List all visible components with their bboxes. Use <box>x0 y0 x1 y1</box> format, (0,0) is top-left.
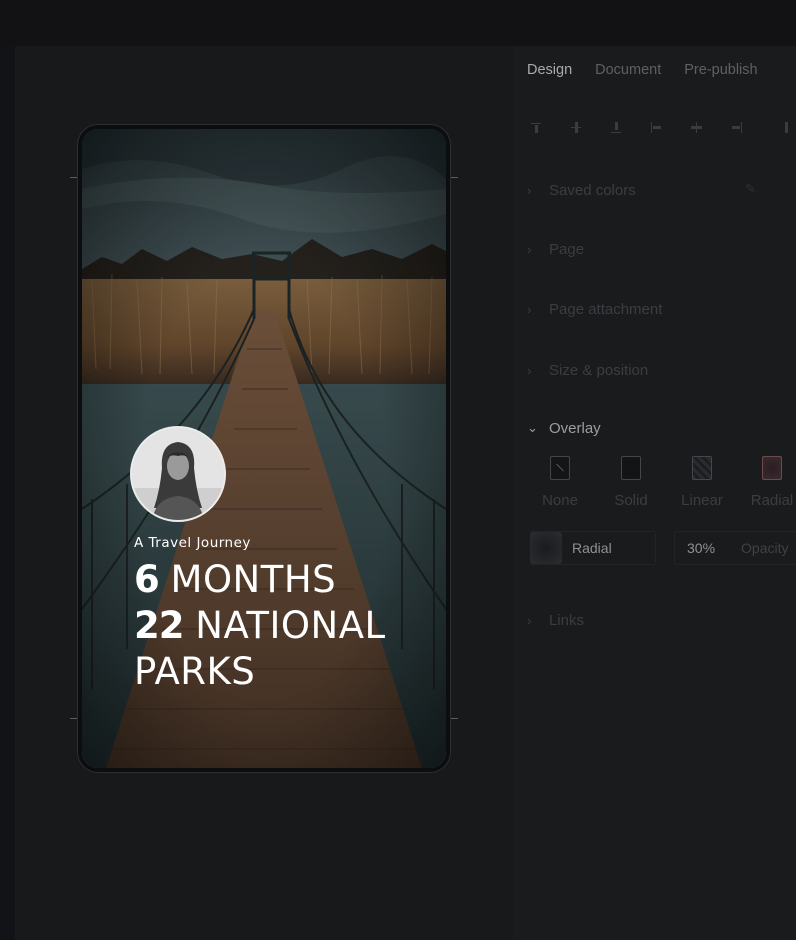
section-page-attachment[interactable]: › Page attachment <box>527 297 662 321</box>
section-overlay[interactable]: ⌄ Overlay <box>527 416 601 440</box>
story-page[interactable]: A Travel Journey 6 MONTHS 22 NATIONAL PA… <box>82 129 446 768</box>
align-left-icon[interactable] <box>647 118 667 138</box>
overlay-option-linear[interactable]: Linear <box>672 456 732 509</box>
chevron-right-icon: › <box>527 241 532 257</box>
section-label: Overlay <box>549 419 601 437</box>
no-overlay-icon <box>550 456 570 480</box>
section-label: Links <box>549 611 585 629</box>
overlay-option-none[interactable]: None <box>530 456 590 509</box>
top-bar <box>0 0 796 46</box>
chevron-right-icon: › <box>527 182 532 198</box>
overlay-option-label: Radial <box>750 492 794 509</box>
headline-word-3: PARKS <box>134 650 256 693</box>
panel-tabs: Design Document Pre-publish <box>527 62 781 78</box>
opacity-value[interactable]: 30% <box>687 540 715 556</box>
headline-number-2: 22 <box>134 604 184 647</box>
more-align-icon[interactable] <box>779 118 796 138</box>
tab-pre-publish[interactable]: Pre-publish <box>684 62 757 78</box>
overlay-color-swatch[interactable] <box>530 532 562 564</box>
overlay-option-label: None <box>542 492 578 509</box>
left-sidebar-strip <box>0 46 15 940</box>
headline-number-1: 6 <box>134 558 160 601</box>
tab-design[interactable]: Design <box>527 62 572 78</box>
align-right-icon[interactable] <box>727 118 747 138</box>
overlay-type-select[interactable]: Radial <box>530 531 656 565</box>
section-page[interactable]: › Page <box>527 237 584 261</box>
avatar <box>132 428 224 520</box>
story-headline: 6 MONTHS 22 NATIONAL PARKS <box>134 557 434 695</box>
alignment-toolbar <box>527 118 796 140</box>
section-label: Page attachment <box>549 300 663 318</box>
overlay-option-label: Solid <box>614 492 648 509</box>
linear-overlay-icon <box>692 456 712 480</box>
align-top-icon[interactable] <box>527 118 547 138</box>
section-label: Saved colors <box>549 181 636 199</box>
headline-word-1: MONTHS <box>170 558 337 601</box>
headline-word-2: NATIONAL <box>195 604 386 647</box>
section-size-position[interactable]: › Size & position <box>527 358 648 382</box>
chevron-right-icon: › <box>527 612 532 628</box>
opacity-label: Opacity <box>741 540 789 556</box>
chevron-right-icon: › <box>527 301 532 317</box>
section-label: Page <box>549 240 585 258</box>
opacity-field[interactable]: 30% Opacity <box>674 531 796 565</box>
chevron-down-icon: ⌄ <box>527 420 538 435</box>
align-bottom-icon[interactable] <box>607 118 627 138</box>
section-links[interactable]: › Links <box>527 608 584 632</box>
radial-overlay-icon <box>762 456 782 480</box>
overlay-option-radial[interactable]: Radial <box>742 456 796 509</box>
solid-overlay-icon <box>621 456 641 480</box>
inspector-panel: Design Document Pre-publish › Saved colo… <box>513 46 796 940</box>
story-subtitle: A Travel Journey <box>134 535 251 551</box>
edit-pencil-icon[interactable]: ✎ <box>745 181 756 197</box>
align-center-icon[interactable] <box>687 118 707 138</box>
woman-portrait-icon <box>132 428 224 520</box>
chevron-right-icon: › <box>527 362 532 378</box>
section-saved-colors[interactable]: › Saved colors <box>527 178 636 202</box>
align-middle-icon[interactable] <box>567 118 587 138</box>
overlay-option-solid[interactable]: Solid <box>601 456 661 509</box>
overlay-type-value: Radial <box>572 540 612 556</box>
tab-document[interactable]: Document <box>595 62 661 78</box>
section-label: Size & position <box>549 361 649 379</box>
overlay-option-label: Linear <box>681 492 723 509</box>
